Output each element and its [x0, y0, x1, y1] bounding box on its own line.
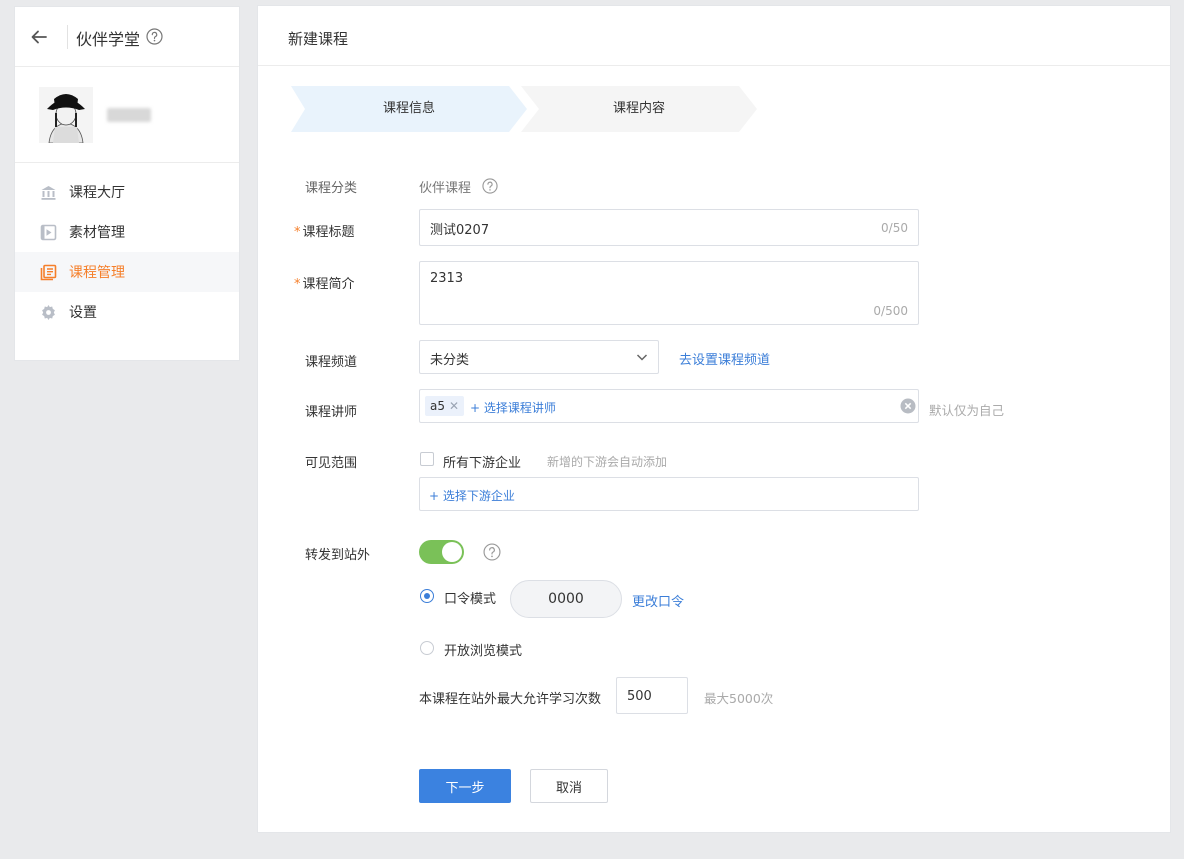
password-value: 0000 — [510, 580, 622, 618]
chevron-down-icon — [636, 351, 648, 363]
downstream-field[interactable]: + 选择下游企业 — [419, 477, 919, 511]
channel-label: 课程频道 — [305, 355, 358, 370]
title-counter: 0/50 — [881, 221, 908, 235]
title-label-text: 课程标题 — [302, 225, 355, 240]
all-downstream-label: 所有下游企业 — [443, 456, 522, 471]
max-count-label: 本课程在站外最大允许学习次数 — [419, 692, 602, 707]
page-title: 新建课程 — [258, 6, 1170, 66]
set-channel-link[interactable]: 去设置课程频道 — [679, 349, 770, 368]
max-count-input[interactable] — [627, 687, 679, 705]
intro-textarea[interactable]: 2313 — [430, 271, 850, 311]
intro-label-text: 课程简介 — [302, 277, 355, 292]
select-teacher-link[interactable]: + 选择课程讲师 — [470, 399, 556, 416]
nav-item-course-hall[interactable]: 课程大厅 — [15, 172, 239, 212]
scope-hint: 新增的下游会自动添加 — [547, 455, 668, 469]
remove-tag-icon[interactable]: ✕ — [449, 399, 459, 413]
gear-icon — [40, 304, 57, 321]
category-value: 伙伴课程 — [419, 181, 472, 196]
teacher-hint: 默认仅为自己 — [929, 403, 1005, 418]
nav-item-materials[interactable]: 素材管理 — [15, 212, 239, 252]
main-panel: 新建课程 课程信息 课程内容 课程分类 伙伴课程 *课程标题 0/50 *课程简… — [257, 5, 1171, 833]
teacher-tag: a5 ✕ — [425, 396, 465, 416]
sidebar: 伙伴学堂 课程大厅 素材管理 课程管理 设置 — [14, 6, 240, 361]
user-block — [15, 67, 239, 163]
password-mode-label: 口令模式 — [444, 592, 497, 607]
intro-field: 2313 0/500 — [419, 261, 919, 325]
next-step-button[interactable]: 下一步 — [419, 769, 511, 803]
teacher-label: 课程讲师 — [305, 405, 358, 420]
course-list-icon — [40, 264, 57, 281]
sidebar-nav: 课程大厅 素材管理 课程管理 设置 — [15, 163, 239, 332]
channel-selected-value: 未分类 — [430, 353, 470, 368]
required-mark: * — [294, 277, 301, 292]
nav-item-settings[interactable]: 设置 — [15, 292, 239, 332]
channel-select[interactable]: 未分类 — [419, 340, 659, 374]
category-help-icon[interactable] — [482, 178, 498, 194]
share-toggle[interactable] — [419, 540, 464, 564]
help-icon[interactable] — [146, 28, 163, 45]
nav-label: 课程大厅 — [69, 185, 125, 201]
open-mode-radio[interactable] — [420, 641, 434, 655]
title-field: 0/50 — [419, 209, 919, 246]
teacher-tag-text: a5 — [430, 399, 445, 413]
cancel-button[interactable]: 取消 — [530, 769, 608, 803]
nav-label: 设置 — [69, 305, 97, 321]
back-arrow-icon[interactable] — [29, 27, 49, 47]
intro-counter: 0/500 — [873, 304, 908, 318]
select-downstream-link[interactable]: + 选择下游企业 — [429, 487, 515, 504]
required-mark: * — [294, 225, 301, 240]
title-input[interactable] — [430, 219, 850, 237]
step-course-content[interactable]: 课程内容 — [521, 86, 757, 132]
step-course-info[interactable]: 课程信息 — [291, 86, 527, 132]
username-blurred — [107, 108, 151, 122]
step-indicator: 课程信息 课程内容 — [291, 86, 761, 132]
title-label: * 课程标题 — [294, 221, 355, 240]
change-password-link[interactable]: 更改口令 — [632, 591, 684, 610]
teacher-field[interactable]: a5 ✕ + 选择课程讲师 — [419, 389, 919, 423]
intro-label: * 课程简介 — [294, 273, 355, 292]
share-help-icon[interactable] — [483, 543, 501, 561]
share-label: 转发到站外 — [305, 548, 371, 563]
open-mode-label: 开放浏览模式 — [444, 644, 523, 659]
app-title: 伙伴学堂 — [76, 30, 141, 49]
bank-icon — [40, 184, 57, 201]
scope-label: 可见范围 — [305, 456, 358, 471]
all-downstream-checkbox[interactable] — [420, 452, 434, 466]
clear-icon[interactable] — [900, 398, 916, 414]
nav-label: 素材管理 — [69, 225, 125, 241]
nav-label: 课程管理 — [69, 265, 125, 281]
toggle-knob — [442, 542, 462, 562]
media-icon — [40, 224, 57, 241]
category-label: 课程分类 — [305, 181, 358, 196]
nav-item-course-management[interactable]: 课程管理 — [15, 252, 239, 292]
sidebar-header: 伙伴学堂 — [15, 7, 239, 67]
max-count-hint: 最大5000次 — [704, 691, 774, 706]
password-mode-radio[interactable] — [420, 589, 434, 603]
header-divider — [67, 25, 68, 49]
max-count-field — [616, 677, 688, 714]
avatar[interactable] — [39, 87, 93, 143]
